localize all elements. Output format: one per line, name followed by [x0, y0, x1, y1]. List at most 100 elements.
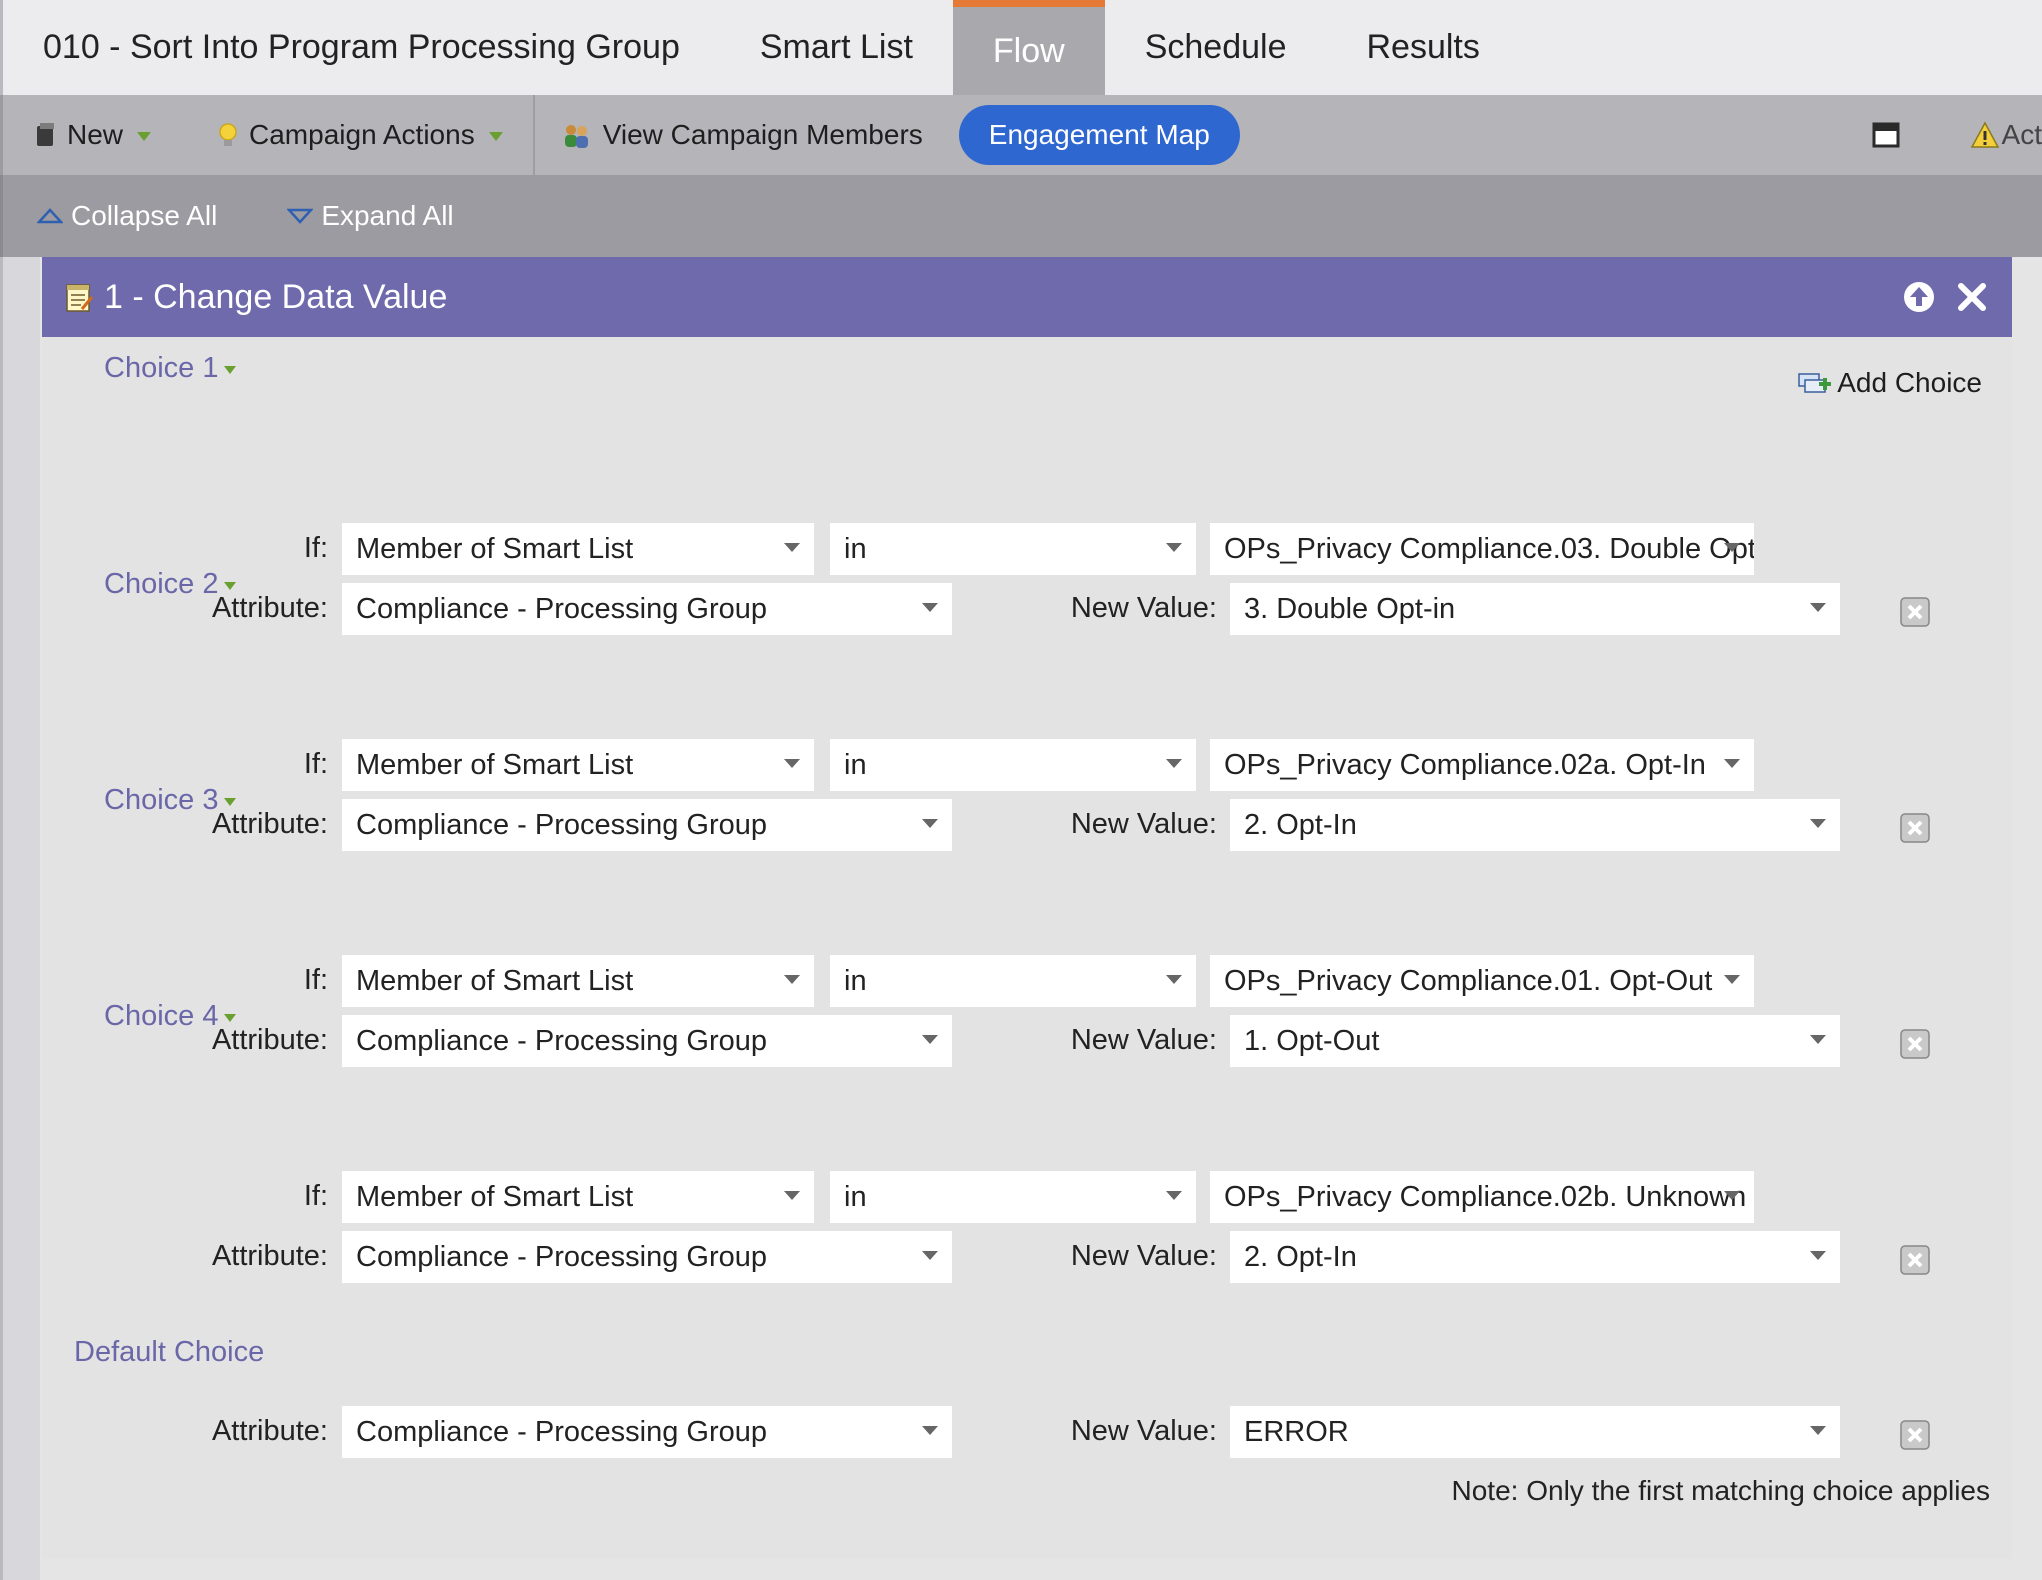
- collapse-all-label: Collapse All: [71, 200, 218, 231]
- new-value-label: New Value:: [1070, 1415, 1217, 1447]
- condition-select[interactable]: Member of Smart List: [342, 739, 814, 791]
- delete-x-icon[interactable]: [1900, 813, 1930, 843]
- collapse-expand-bar: Collapse All Expand All: [0, 175, 2042, 257]
- chevron-down-icon: [224, 365, 237, 374]
- add-choice-button[interactable]: Add Choice: [1797, 367, 1982, 399]
- smart-list-select[interactable]: OPs_Privacy Compliance.02b. Unknown: [1210, 1171, 1754, 1223]
- default-choice-label: Default Choice: [74, 1336, 264, 1369]
- smart-list-select[interactable]: OPs_Privacy Compliance.01. Opt-Out: [1210, 955, 1754, 1007]
- dropdown-arrow-icon: [922, 819, 938, 828]
- dropdown-arrow-icon: [1810, 819, 1826, 828]
- dropdown-arrow-icon: [922, 1035, 938, 1044]
- new-label: New: [67, 119, 124, 150]
- new-value-select[interactable]: 3. Double Opt-in: [1230, 583, 1840, 635]
- condition-select[interactable]: Member of Smart List: [342, 955, 814, 1007]
- expand-all-button[interactable]: Expand All: [287, 200, 454, 232]
- condition-select[interactable]: Member of Smart List: [342, 1171, 814, 1223]
- delete-x-icon[interactable]: [1900, 1245, 1930, 1275]
- collapse-all-button[interactable]: Collapse All: [37, 200, 217, 232]
- dropdown-arrow-icon: [1724, 759, 1740, 768]
- triangle-up-icon: [37, 208, 63, 224]
- dropdown-arrow-icon: [1810, 603, 1826, 612]
- attribute-select[interactable]: Compliance - Processing Group: [342, 799, 952, 851]
- attribute-select[interactable]: Compliance - Processing Group: [342, 583, 952, 635]
- dropdown-arrow-icon: [922, 1426, 938, 1435]
- attribute-select[interactable]: Compliance - Processing Group: [342, 1015, 952, 1067]
- window-icon[interactable]: [1872, 122, 1900, 148]
- if-label: If:: [303, 1180, 328, 1212]
- if-label: If:: [303, 964, 328, 996]
- lightbulb-icon: [217, 122, 239, 148]
- dropdown-arrow-icon: [784, 759, 800, 768]
- new-value-value: 3. Double Opt-in: [1244, 592, 1456, 625]
- new-value-select[interactable]: 2. Opt-In: [1230, 799, 1840, 851]
- attribute-value: Compliance - Processing Group: [356, 808, 768, 841]
- new-menu-button[interactable]: New: [3, 95, 169, 175]
- new-value-label: New Value:: [1070, 1024, 1217, 1056]
- smart-list-select[interactable]: OPs_Privacy Compliance.02a. Opt-In: [1210, 739, 1754, 791]
- choice-3-toggle[interactable]: Choice 3: [104, 784, 237, 817]
- default-attribute-select[interactable]: Compliance - Processing Group: [342, 1406, 952, 1458]
- warning-icon: [1970, 121, 2000, 149]
- dropdown-arrow-icon: [1166, 543, 1182, 552]
- default-new-value-select[interactable]: ERROR: [1230, 1406, 1840, 1458]
- tab-flow[interactable]: Flow: [952, 0, 1105, 95]
- tab-smart-list[interactable]: Smart List: [720, 0, 953, 95]
- flow-step-panel: 1 - Change Data Value Add Choice Choice …: [42, 257, 2012, 1559]
- delete-x-icon[interactable]: [1900, 597, 1930, 627]
- engagement-map-button[interactable]: Engagement Map: [958, 105, 1240, 165]
- operator-value: in: [844, 748, 867, 781]
- dropdown-arrow-icon: [1166, 1191, 1182, 1200]
- new-value-value: 1. Opt-Out: [1244, 1024, 1380, 1057]
- flow-step-title: 1 - Change Data Value: [104, 277, 448, 316]
- new-value-label: New Value:: [1070, 808, 1217, 840]
- view-campaign-members-button[interactable]: View Campaign Members: [547, 95, 941, 175]
- attribute-value: Compliance - Processing Group: [356, 1240, 768, 1273]
- operator-select[interactable]: in: [830, 739, 1196, 791]
- condition-value: Member of Smart List: [356, 1180, 634, 1213]
- dropdown-arrow-icon: [1810, 1035, 1826, 1044]
- operator-select[interactable]: in: [830, 523, 1196, 575]
- operator-select[interactable]: in: [830, 955, 1196, 1007]
- choice-4-toggle[interactable]: Choice 4: [104, 1000, 237, 1033]
- new-value-select[interactable]: 2. Opt-In: [1230, 1231, 1840, 1283]
- attribute-select[interactable]: Compliance - Processing Group: [342, 1231, 952, 1283]
- campaign-actions-button[interactable]: Campaign Actions: [199, 95, 521, 175]
- program-name-tab[interactable]: 010 - Sort Into Program Processing Group: [3, 0, 720, 95]
- choice-1-toggle[interactable]: Choice 1: [104, 352, 237, 385]
- smart-list-select[interactable]: OPs_Privacy Compliance.03. Double Opt-in: [1210, 523, 1754, 575]
- triangle-down-icon: [287, 208, 314, 224]
- tab-results[interactable]: Results: [1326, 0, 1519, 95]
- header-actions: [1902, 257, 1988, 337]
- attribute-label: Attribute:: [211, 1240, 328, 1272]
- action-toolbar: New Campaign Actions View Campaign Membe…: [0, 95, 2042, 175]
- dropdown-arrow-icon: [1724, 543, 1740, 552]
- tab-schedule[interactable]: Schedule: [1105, 0, 1327, 95]
- people-icon: [561, 122, 593, 148]
- delete-x-icon[interactable]: [1900, 1029, 1930, 1059]
- dropdown-arrow-icon: [1810, 1426, 1826, 1435]
- flow-step-header: 1 - Change Data Value: [42, 257, 2012, 337]
- choice-label: Choice 2: [104, 568, 219, 600]
- activate-button[interactable]: Act: [1970, 95, 2042, 175]
- arrow-up-circle-icon[interactable]: [1902, 280, 1936, 314]
- smart-list-value: OPs_Privacy Compliance.02b. Unknown: [1224, 1180, 1747, 1213]
- delete-x-icon[interactable]: [1900, 1420, 1930, 1450]
- dropdown-arrow-icon: [1810, 1251, 1826, 1260]
- smart-list-value: OPs_Privacy Compliance.01. Opt-Out: [1224, 964, 1713, 997]
- operator-select[interactable]: in: [830, 1171, 1196, 1223]
- document-icon: [35, 122, 57, 148]
- new-value-select[interactable]: 1. Opt-Out: [1230, 1015, 1840, 1067]
- attribute-value: Compliance - Processing Group: [356, 1024, 768, 1057]
- smart-list-value: OPs_Privacy Compliance.03. Double Opt-in: [1224, 532, 1754, 565]
- activate-label: Act: [2001, 119, 2042, 150]
- condition-select[interactable]: Member of Smart List: [342, 523, 814, 575]
- chevron-down-icon: [224, 1013, 237, 1022]
- left-gutter: [0, 257, 40, 1580]
- condition-value: Member of Smart List: [356, 532, 634, 565]
- choice-2-toggle[interactable]: Choice 2: [104, 568, 237, 601]
- dropdown-arrow-icon: [784, 543, 800, 552]
- choice-label: Choice 4: [104, 1000, 219, 1032]
- dropdown-arrow-icon: [1166, 975, 1182, 984]
- close-icon[interactable]: [1956, 281, 1988, 313]
